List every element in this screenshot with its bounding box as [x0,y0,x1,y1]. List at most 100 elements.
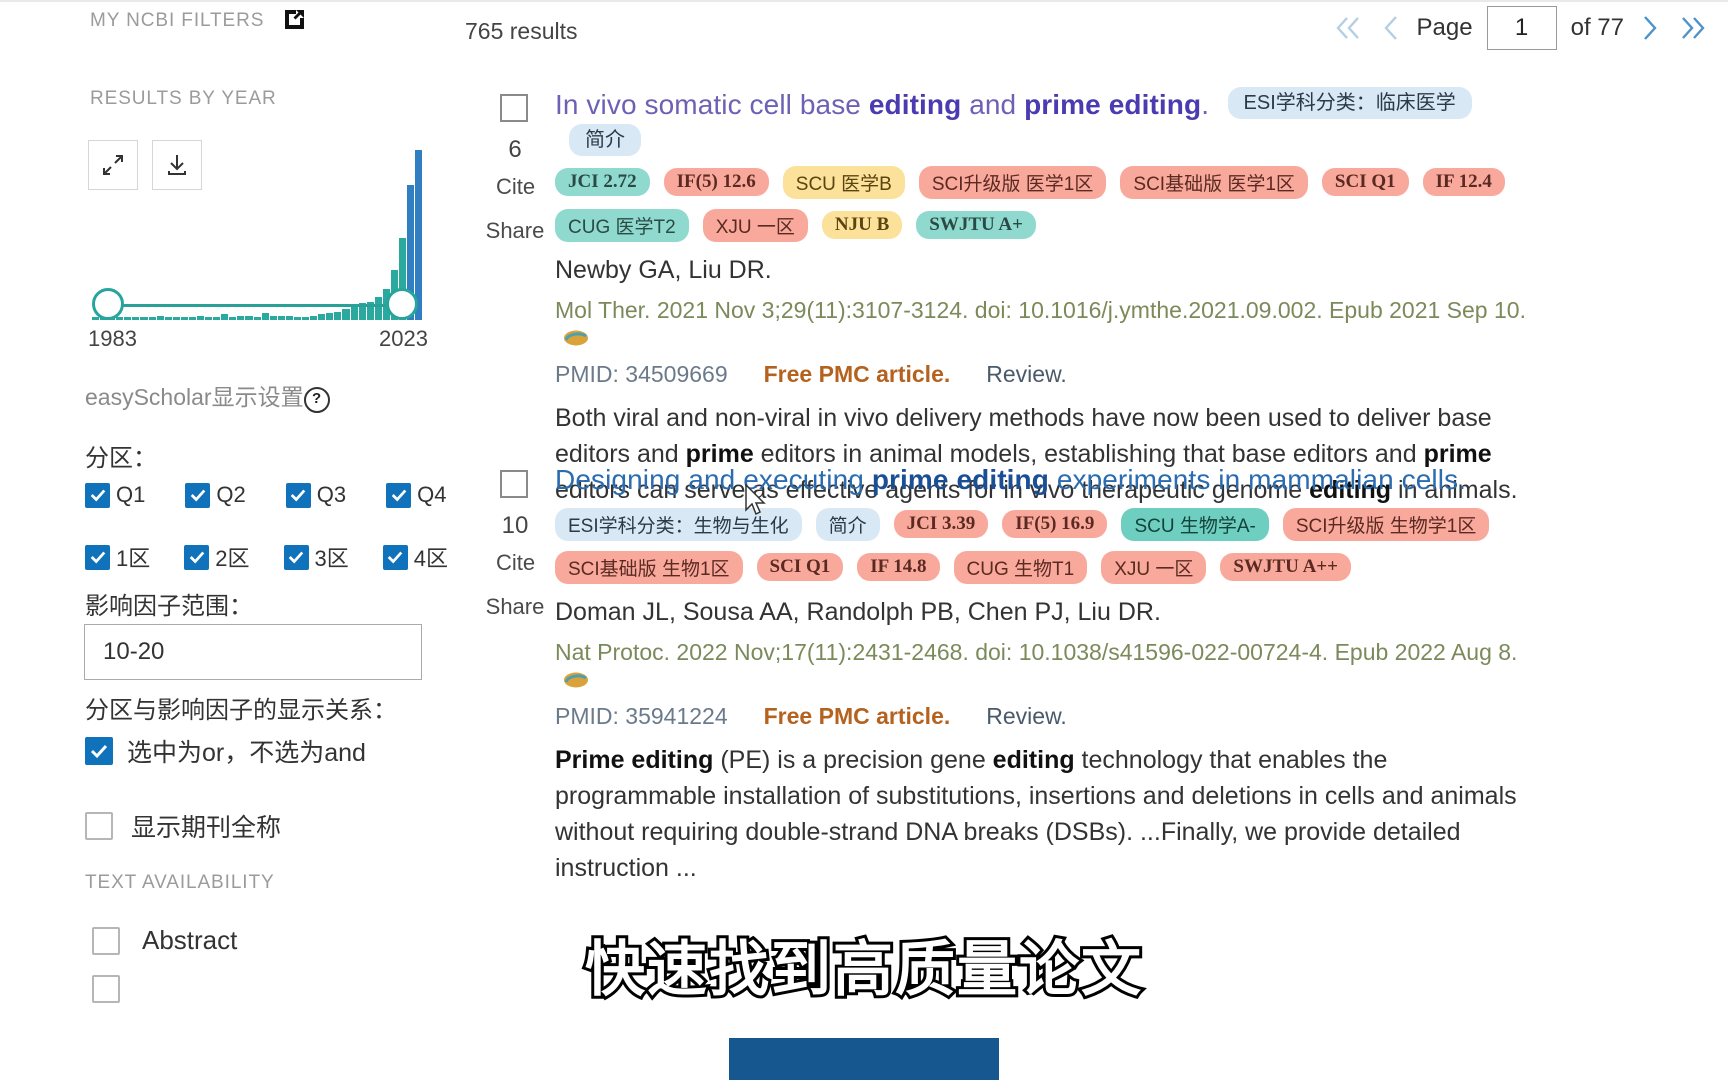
my-ncbi-filters-label: MY NCBI FILTERS [90,10,265,31]
doi-link-icon[interactable] [563,669,589,689]
result-metric-badges: ESI学科分类：生物与生化 简介 JCI 3.39 IF(5) 16.9 SCU 生物学… [555,507,1545,584]
metric-badge[interactable]: SCI基础版 生物1区 [555,550,743,584]
caption-progress-bar [729,1038,999,1080]
checkbox-label: 4区 [413,546,448,571]
year-slider-right-handle[interactable] [386,288,418,320]
pubmed-search-results-page: MY NCBI FILTERS RESULTS BY YEAR 1983 202… [0,0,1728,1080]
impact-factor-range-input[interactable]: 10-20 [84,624,422,680]
metric-badge[interactable]: SCU 生物学A- [1121,507,1269,541]
metric-badge[interactable]: NJU B [821,211,903,240]
metric-badge[interactable]: SCI Q1 [1321,168,1409,197]
share-button[interactable]: Share [484,594,546,620]
metric-badge[interactable]: IF 12.4 [1422,168,1505,197]
metric-badge[interactable]: SWJTU A++ [1220,553,1351,582]
result-snippet: Prime editing (PE) is a precision gene e… [555,745,1517,882]
result-pmid-line: PMID: 34509669 Free PMC article. Review. [555,361,1545,388]
result-metric-badges: JCI 2.72 IF(5) 12.6 SCU 医学B SCI升级版 医学1区 SCI基… [555,165,1545,242]
share-button[interactable]: Share [484,218,546,244]
result-pmid: PMID: 34509669 [555,360,728,387]
checkbox[interactable] [382,544,408,570]
checkbox[interactable] [184,544,210,570]
quartile-Q3[interactable]: Q3 [285,482,346,508]
doi-link-icon[interactable] [563,327,589,347]
result-pmid: PMID: 35941224 [555,702,728,729]
metric-badge[interactable]: JCI 2.72 [555,168,650,197]
checkbox[interactable] [283,544,309,570]
metric-badge[interactable]: ESI学科分类：临床医学 [1227,87,1472,119]
metric-badge[interactable]: SCI升级版 生物学1区 [1282,507,1490,541]
year-axis-labels: 1983 2023 [88,326,428,352]
metric-badge[interactable]: JCI 3.39 [893,510,989,539]
metric-badge[interactable]: CUG 生物T1 [953,550,1088,584]
show-full-journal-name-row[interactable]: 显示期刊全称 [85,808,281,844]
results-by-year-heading: RESULTS BY YEAR [90,88,277,109]
impact-factor-range-label: 影响因子范围： [85,593,253,620]
metric-badge[interactable]: CUG 医学T2 [555,208,689,242]
metric-badge[interactable]: SWJTU A+ [916,211,1036,240]
help-icon[interactable]: ? [303,387,330,413]
cite-button[interactable]: Cite [488,550,543,576]
checkbox[interactable] [85,482,110,508]
free-pmc-article-link[interactable]: Free PMC article. [764,361,951,388]
metric-badge[interactable]: SCI升级版 医学1区 [918,165,1107,199]
results-count: 765 results [465,18,578,44]
filters-sidebar: MY NCBI FILTERS RESULTS BY YEAR 1983 202… [0,0,500,1080]
result-citation: Mol Ther. 2021 Nov 3;29(11):3107-3124. d… [555,297,1545,351]
pagination: Page 1 of 77 [1331,6,1710,50]
year-range-slider[interactable] [90,288,420,322]
show-full-journal-name-checkbox[interactable] [85,812,113,840]
checkbox-label: 1区 [116,546,151,571]
metric-badge[interactable]: 简介 [569,123,641,156]
result-title-link[interactable]: Designing and executing prime editing ex… [555,464,1466,495]
easyscholar-settings-label: easyScholar显示设置 [85,384,304,410]
easyscholar-settings-heading: easyScholar显示设置? [85,378,330,413]
prev-page-icon[interactable] [1379,12,1403,44]
zone-1区[interactable]: 1区 [85,541,150,573]
metric-badge[interactable]: 简介 [815,507,880,541]
zone-3区[interactable]: 3区 [283,541,349,573]
result-number: 10 [501,512,529,539]
free-pmc-article-link[interactable]: Free PMC article. [764,703,951,730]
metric-badge[interactable]: SCU 医学B [782,165,905,199]
result-citation: Nat Protoc. 2022 Nov;17(11):2431-2468. d… [555,639,1545,693]
year-slider-left-handle[interactable] [92,288,124,320]
checkbox-label: Q4 [417,482,447,507]
first-page-icon[interactable] [1331,12,1365,44]
quartile-Q1[interactable]: Q1 [85,482,145,508]
next-page-icon[interactable] [1638,12,1662,44]
checkbox-label: 2区 [215,546,250,571]
metric-badge[interactable]: IF 14.8 [857,553,940,582]
show-full-journal-name-label: 显示期刊全称 [131,814,282,842]
result-citation-text: Mol Ther. 2021 Nov 3;29(11):3107-3124. d… [555,296,1526,323]
quartile-checkbox-row: Q1 Q2 Q3 Q4 [85,482,446,508]
page-number-input[interactable]: 1 [1486,6,1557,50]
quartile-Q4[interactable]: Q4 [386,482,446,508]
zone-checkbox-row: 1区 2区 3区 4区 [85,541,448,573]
zone-4区[interactable]: 4区 [382,541,448,573]
external-link-icon[interactable] [283,8,305,30]
result-checkbox[interactable] [500,470,528,498]
metric-badge[interactable]: XJU 一区 [1101,550,1207,584]
results-main: 765 results Page 1 of 77 6 Cite Share In… [465,0,1728,1080]
year-start-label: 1983 [88,326,137,351]
checkbox[interactable] [386,482,412,508]
checkbox[interactable] [85,544,110,570]
year-end-label: 2023 [379,326,428,351]
checkbox[interactable] [285,482,311,508]
metric-badge[interactable]: ESI学科分类：生物与生化 [555,507,802,541]
metric-badge[interactable]: IF(5) 16.9 [1002,510,1108,539]
quartile-Q2[interactable]: Q2 [185,482,246,508]
metric-badge[interactable]: SCI Q1 [756,553,844,582]
metric-badge[interactable]: XJU 一区 [702,208,808,242]
last-page-icon[interactable] [1676,12,1710,44]
relation-checkbox[interactable] [85,737,113,765]
result-checkbox[interactable] [500,94,528,122]
result-body: Designing and executing prime editing ex… [555,462,1545,886]
cite-button[interactable]: Cite [488,174,543,200]
checkbox[interactable] [185,482,211,508]
result-title-link[interactable]: In vivo somatic cell base editing and pr… [555,89,1209,120]
metric-badge[interactable]: IF(5) 12.6 [663,168,769,197]
relation-or-and-checkbox-row[interactable]: 选中为or，不选为and [85,733,366,769]
zone-2区[interactable]: 2区 [184,541,250,573]
metric-badge[interactable]: SCI基础版 医学1区 [1120,165,1308,199]
